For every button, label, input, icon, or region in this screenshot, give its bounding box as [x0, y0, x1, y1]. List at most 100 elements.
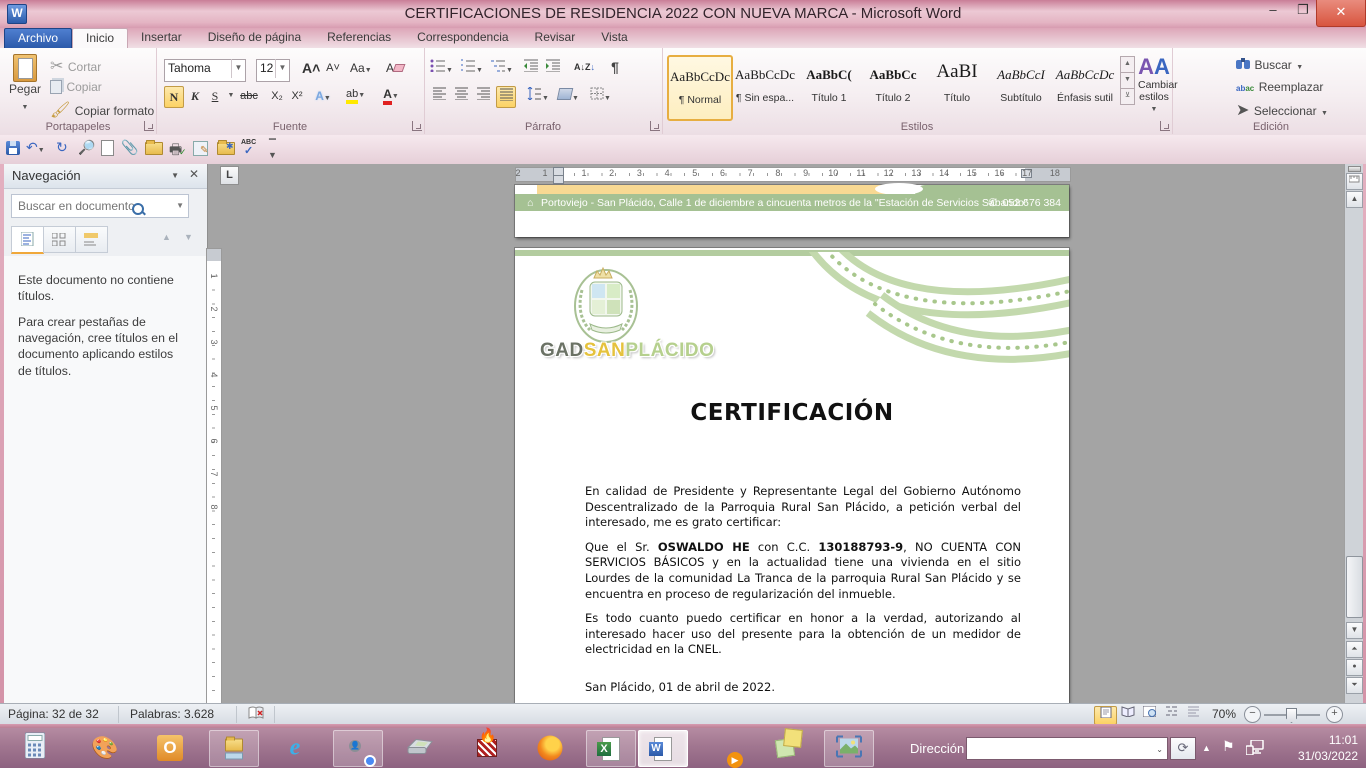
styles-scroll-up[interactable]: ▲ — [1120, 56, 1135, 73]
subscript-button[interactable]: X₂ — [268, 86, 286, 106]
sort-button[interactable]: A↓Z↓ — [574, 57, 595, 77]
chevron-down-icon[interactable]: ▼ — [231, 59, 245, 78]
view-fullscreen-reading-button[interactable] — [1117, 706, 1138, 723]
grow-font-button[interactable]: A˄ — [302, 58, 320, 78]
scrollbar-thumb[interactable] — [1346, 556, 1363, 618]
justify-button[interactable] — [496, 86, 516, 108]
styles-dialog-launcher[interactable] — [1160, 121, 1170, 131]
taskbar-chrome[interactable]: 👤 — [333, 730, 383, 767]
search-icon[interactable] — [132, 203, 144, 215]
styles-gallery-expand[interactable]: ⊻ — [1120, 89, 1135, 105]
horizontal-ruler[interactable]: 21123456789101112131415161718 — [515, 167, 1069, 182]
previous-page-button[interactable]: ⏶ — [1346, 641, 1363, 658]
tab-correspondencia[interactable]: Correspondencia — [404, 28, 521, 48]
font-size-select[interactable]: 12▼ — [256, 59, 290, 82]
borders-button[interactable]: ▼ — [590, 86, 611, 106]
tab-referencias[interactable]: Referencias — [314, 28, 404, 48]
print-preview-button[interactable]: 🔎 — [78, 139, 95, 159]
prev-result-arrow-icon[interactable]: ▲ — [162, 232, 171, 242]
paste-button[interactable]: Pegar ▼ — [4, 54, 46, 120]
next-page-button[interactable]: ⏷ — [1346, 677, 1363, 694]
pane-options-arrow-icon[interactable]: ▼ — [171, 171, 179, 180]
date-line[interactable]: San Plácido, 01 de abril de 2022. — [585, 680, 775, 694]
tab-insertar[interactable]: Insertar — [128, 28, 195, 48]
taskbar-excel[interactable]: X — [586, 730, 636, 767]
cut-button[interactable]: ✂ Cortar — [50, 56, 101, 76]
zoom-level[interactable]: 70% — [1212, 707, 1236, 721]
taskbar-outlook[interactable]: O — [146, 730, 194, 765]
nav-tab-headings[interactable] — [11, 226, 44, 254]
open-button[interactable] — [145, 139, 163, 159]
document-page-2[interactable]: GADSANPLÁCIDO CERTIFICACIÓN En calidad d… — [515, 248, 1069, 703]
format-painter-button[interactable]: 🖌 Copiar formato — [50, 100, 154, 120]
network-icon[interactable] — [1246, 740, 1264, 760]
folder-favorites-button[interactable]: ✱ — [217, 139, 235, 159]
bold-button[interactable]: N — [164, 86, 184, 108]
view-web-layout-button[interactable] — [1139, 706, 1160, 723]
clipboard-dialog-launcher[interactable] — [144, 121, 154, 131]
taskbar-media-player[interactable]: ▶ — [699, 730, 747, 765]
change-case-button[interactable]: Aa▼ — [350, 58, 372, 78]
search-options-arrow-icon[interactable]: ▼ — [176, 201, 184, 210]
nav-tab-pages[interactable] — [43, 226, 76, 253]
taskbar-clock[interactable]: 11:01 31/03/2022 — [1272, 732, 1358, 764]
paragraph-1[interactable]: En calidad de Presidente y Representante… — [585, 484, 1021, 531]
line-spacing-button[interactable]: ▼ — [526, 86, 549, 106]
spelling-button[interactable]: ABC✓ — [241, 139, 256, 159]
scroll-up-arrow[interactable]: ▲ — [1346, 191, 1363, 208]
select-button[interactable]: ➤ Seleccionar ▼ — [1236, 100, 1328, 120]
scroll-down-arrow[interactable]: ▼ — [1346, 622, 1363, 639]
tab-revisar[interactable]: Revisar — [522, 28, 589, 48]
font-family-select[interactable]: Tahoma▼ — [164, 59, 246, 82]
shading-button[interactable]: ▼ — [558, 86, 579, 106]
document-scrollbar[interactable]: ▲ ▼ ⏶ ● ⏷ — [1344, 164, 1363, 703]
pane-close-icon[interactable]: ✕ — [189, 167, 199, 181]
tab-stop-selector[interactable]: L — [220, 166, 239, 185]
view-print-layout-button[interactable] — [1094, 706, 1117, 725]
taskbar-word[interactable]: W — [638, 730, 688, 767]
show-hidden-icons-arrow[interactable]: ▲ — [1202, 743, 1211, 753]
action-center-flag-icon[interactable]: ⚑ — [1222, 738, 1235, 755]
copy-button[interactable]: Copiar — [50, 78, 102, 96]
increase-indent-button[interactable] — [544, 58, 562, 78]
text-effects-button[interactable]: A▼ — [314, 86, 332, 106]
style-subtitle[interactable]: AaBbCcISubtítulo — [990, 55, 1052, 117]
attach-button[interactable]: 📎 — [121, 139, 138, 159]
edit-table-button[interactable]: ✎ — [193, 139, 208, 159]
clear-formatting-button[interactable]: A — [386, 58, 404, 78]
chevron-down-icon[interactable]: ▼ — [275, 59, 289, 78]
view-outline-button[interactable] — [1161, 706, 1182, 723]
superscript-button[interactable]: X² — [288, 86, 306, 106]
numbered-list-button[interactable]: ▼ — [460, 58, 483, 78]
quick-print-button[interactable]: 🖶✓ — [169, 139, 182, 159]
styles-scroll-down[interactable]: ▼ — [1120, 73, 1135, 89]
taskbar-scanner[interactable] — [396, 730, 444, 765]
italic-button[interactable]: K — [186, 86, 204, 106]
replace-button[interactable]: abac Reemplazar — [1236, 78, 1323, 96]
view-draft-button[interactable] — [1183, 706, 1204, 723]
address-go-refresh-button[interactable]: ⟳ — [1170, 737, 1196, 760]
tab-inicio[interactable]: Inicio — [72, 28, 128, 49]
address-input[interactable] — [970, 740, 1152, 759]
page-count[interactable]: Página: 32 de 32 — [8, 707, 99, 721]
next-result-arrow-icon[interactable]: ▼ — [184, 232, 193, 242]
new-document-button[interactable] — [101, 139, 114, 159]
align-center-button[interactable] — [452, 86, 470, 106]
vertical-ruler[interactable]: 12345678 — [206, 248, 222, 705]
bullet-list-button[interactable]: ▼ — [430, 58, 453, 78]
taskbar-sticky-notes[interactable] — [761, 730, 809, 765]
taskbar-firefox[interactable] — [526, 730, 574, 765]
tab-diseno[interactable]: Diseño de página — [195, 28, 314, 48]
proofing-status-icon[interactable] — [248, 706, 265, 724]
undo-button[interactable]: ↶▼ — [26, 139, 45, 159]
style-heading1[interactable]: AaBbC(Título 1 — [798, 55, 860, 117]
align-right-button[interactable] — [474, 86, 492, 106]
show-marks-button[interactable]: ¶ — [606, 57, 624, 77]
shrink-font-button[interactable]: A˅ — [324, 58, 342, 78]
style-no-spacing[interactable]: AaBbCcDc¶ Sin espa... — [734, 55, 796, 117]
ruler-toggle-button[interactable] — [1346, 173, 1363, 190]
document-body[interactable]: En calidad de Presidente y Representante… — [585, 484, 1021, 667]
nav-tab-results[interactable] — [75, 226, 108, 253]
highlight-button[interactable]: ab▼ — [346, 84, 365, 104]
save-button[interactable] — [6, 139, 20, 159]
